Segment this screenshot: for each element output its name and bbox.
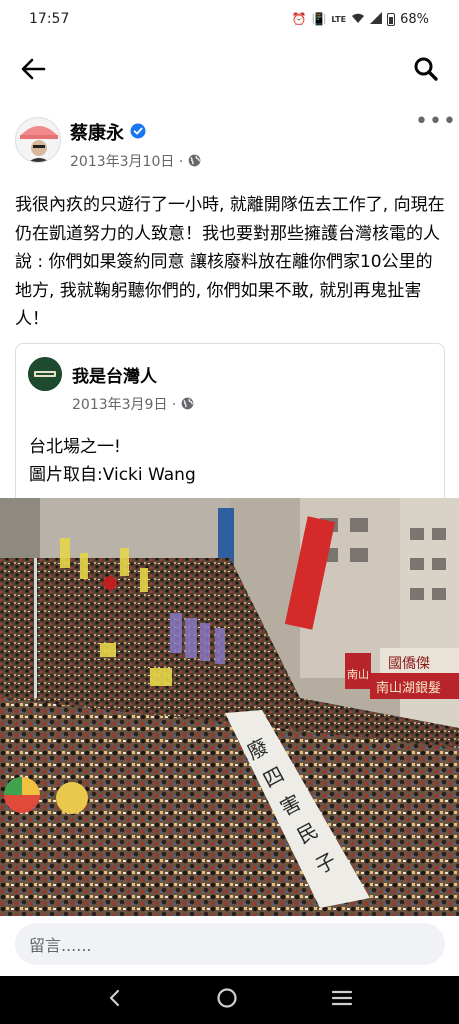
battery-level: 68% <box>400 11 429 27</box>
signal-icon <box>370 11 383 27</box>
shared-page-name[interactable]: 我是台灣人 <box>72 362 157 387</box>
globe-icon <box>188 154 201 170</box>
verified-badge-icon <box>130 123 146 143</box>
more-options-button[interactable]: ••• <box>415 111 456 136</box>
comment-input[interactable]: 留言...... <box>15 923 445 965</box>
top-bar <box>0 42 459 94</box>
globe-icon <box>181 397 194 413</box>
comment-bar: 留言...... <box>0 916 459 976</box>
shared-date-separator: · <box>171 397 177 413</box>
date-separator: · <box>178 154 184 170</box>
nav-recents-icon[interactable] <box>331 989 353 1011</box>
shared-post-card[interactable]: 我是台灣人 2013年3月9日 · 台北場之一! 圖片取自:Vicki Wang <box>15 343 445 498</box>
nav-home-icon[interactable] <box>216 987 238 1013</box>
wifi-icon <box>351 12 365 27</box>
author-name[interactable]: 蔡康永 <box>70 119 124 145</box>
volte-icon: LTE <box>331 14 347 24</box>
shared-text-line-1: 台北場之一! <box>29 437 121 457</box>
post-text: 我很內疚的只遊行了一小時, 就離開隊伍去工作了, 向現在仍在凱道努力的人致意！我… <box>15 195 445 329</box>
sign-text-1: 國僑傑 <box>388 656 430 672</box>
shared-text-line-2: 圖片取自:Vicki Wang <box>29 465 196 485</box>
shared-post-date[interactable]: 2013年3月9日 <box>72 397 167 413</box>
post-meta: 2013年3月10日 · <box>70 151 201 171</box>
shared-post-meta: 2013年3月9日 · <box>72 394 194 414</box>
status-icons: ⏰ 📳 LTE 68% <box>291 11 429 27</box>
sign-text-3: 南山 <box>347 668 369 681</box>
vibrate-icon: 📳 <box>311 12 327 26</box>
status-bar: 17:57 ⏰ 📳 LTE 68% <box>0 0 459 38</box>
search-button[interactable] <box>409 52 443 86</box>
back-button[interactable] <box>16 52 50 86</box>
author-avatar[interactable] <box>15 117 61 163</box>
protest-photo[interactable]: 廢 四 害 民 子 國僑傑 南山湖銀髮 南山 <box>0 498 459 916</box>
arrow-left-icon <box>21 58 46 80</box>
photo-illustration: 廢 四 害 民 子 國僑傑 南山湖銀髮 南山 <box>0 498 459 916</box>
nav-back-icon[interactable] <box>107 989 123 1011</box>
status-time: 17:57 <box>29 11 70 27</box>
post-header: 蔡康永 2013年3月10日 · ••• <box>0 110 459 176</box>
battery-icon <box>387 12 396 26</box>
page-avatar[interactable] <box>28 357 62 391</box>
search-icon <box>414 57 438 81</box>
alarm-icon: ⏰ <box>291 12 307 26</box>
post-date[interactable]: 2013年3月10日 <box>70 154 174 170</box>
system-nav-bar <box>0 976 459 1024</box>
shared-post-text: 台北場之一! 圖片取自:Vicki Wang <box>29 433 196 489</box>
sign-text-2: 南山湖銀髮 <box>376 680 441 696</box>
